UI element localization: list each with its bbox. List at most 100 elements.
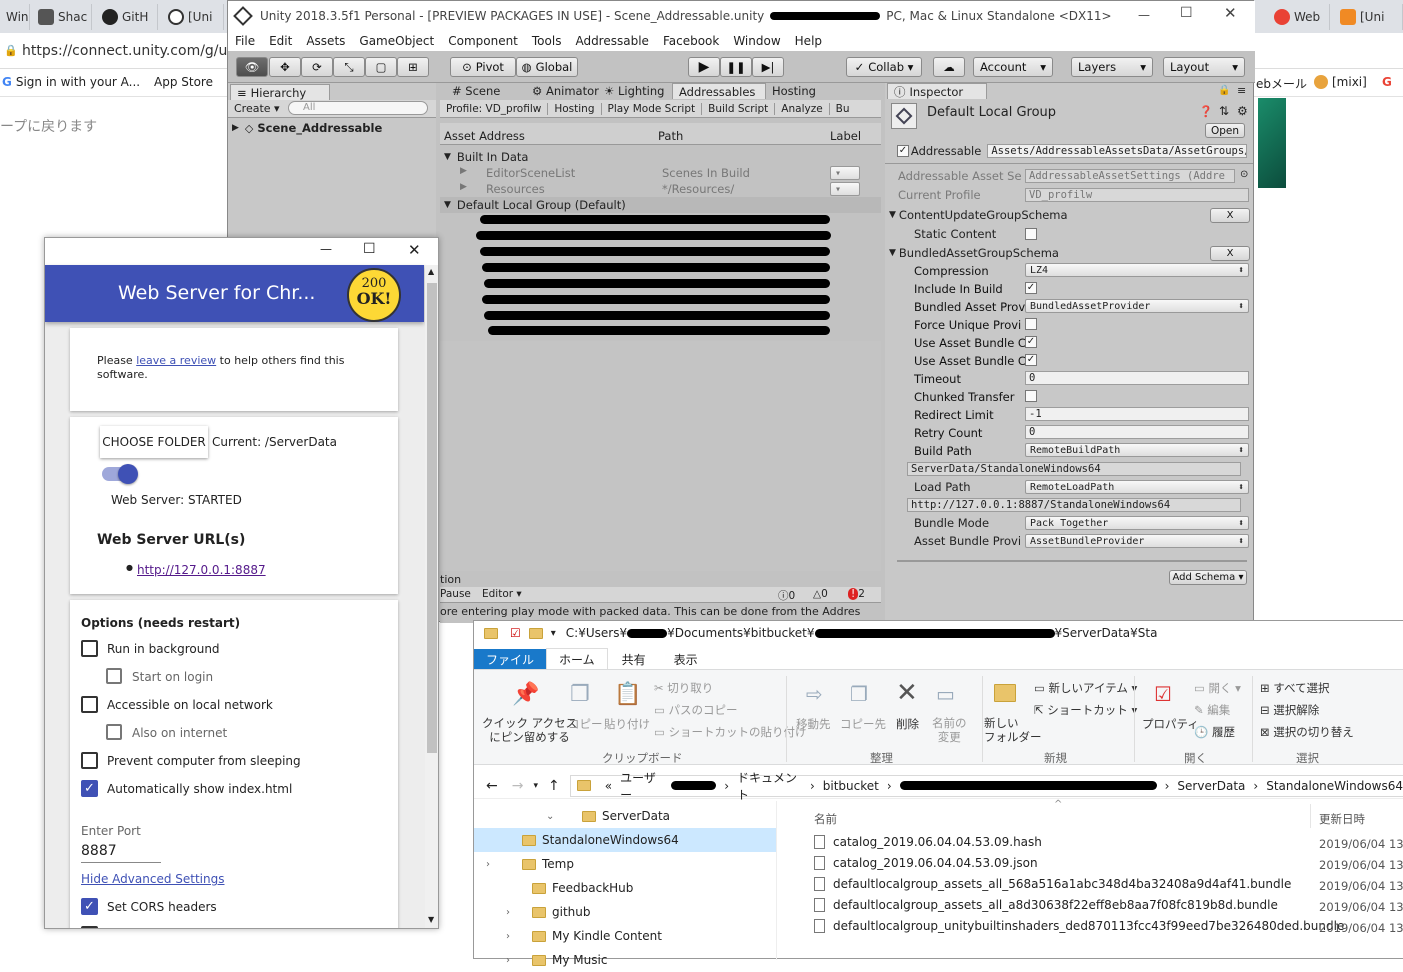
properties-icon[interactable]: ☑ [510, 626, 521, 640]
layout-dropdown[interactable]: Layout ▾ [1163, 57, 1245, 77]
scene-row[interactable]: ▶ ◇ Scene_Addressable [228, 120, 436, 136]
server-toggle[interactable] [102, 464, 138, 484]
file-row[interactable]: defaultlocalgroup_assets_all_a8d30638f22… [814, 898, 1278, 912]
target-icon[interactable]: ⊙ [1240, 169, 1248, 180]
option-checkbox[interactable]: ✓ [81, 780, 98, 797]
select-all-button[interactable]: ⊞ すべて選択 [1260, 680, 1330, 696]
pivot-button[interactable]: ⊙ Pivot [450, 57, 516, 77]
open-button[interactable]: Open [1205, 123, 1245, 138]
collapse-arrow-icon[interactable]: ▼ [889, 210, 896, 220]
play-button[interactable]: ▶ [688, 57, 720, 77]
tab-inspector[interactable]: ⓘ Inspector [887, 83, 987, 99]
tab-view[interactable]: 表示 [660, 649, 712, 670]
expand-arrow-icon[interactable]: ▶ [460, 182, 467, 192]
tab-lighting[interactable]: ☀ Lighting [604, 84, 664, 98]
expand-chevron-icon[interactable]: ⌄ [546, 811, 560, 822]
pause-button[interactable]: ❚❚ [720, 57, 752, 77]
rect-tool-button[interactable]: ▢ [365, 57, 397, 77]
hosting-button[interactable]: Hosting [548, 102, 602, 115]
schema-field-checkbox[interactable]: ✓ [1025, 336, 1037, 348]
option-checkbox[interactable] [81, 640, 98, 657]
tab-animator[interactable]: ⚙ Animator [532, 84, 599, 98]
column-name[interactable]: 名前 [814, 811, 837, 827]
rename-button[interactable]: 名前の 変更 [932, 716, 967, 744]
file-row[interactable]: defaultlocalgroup_assets_all_568a516a1ab… [814, 877, 1291, 891]
copy-path-button[interactable]: ▭ パスのコピー [654, 702, 738, 718]
option-checkbox[interactable] [81, 752, 98, 769]
info-count[interactable]: ⓘ0 [778, 588, 795, 603]
breadcrumb-item[interactable]: ServerData [1177, 779, 1245, 793]
error-count[interactable]: ! 2 [848, 588, 865, 600]
tab-hosting[interactable]: Hosting [772, 84, 816, 98]
new-folder-icon[interactable] [528, 627, 543, 639]
scroll-down-icon[interactable]: ▼ [428, 915, 434, 924]
schema-field-checkbox[interactable]: ✓ [1025, 282, 1037, 294]
scrollbar[interactable]: ▲ ▼ [425, 265, 438, 928]
browser-tab[interactable]: GitH [96, 4, 158, 30]
menu-icon[interactable]: ≡ [1237, 84, 1246, 97]
tab-scene[interactable]: # Scene [452, 84, 500, 98]
schema-field-input[interactable]: -1 [1025, 407, 1249, 421]
option-checkbox[interactable] [106, 668, 122, 684]
schema-field-dropdown[interactable]: BundledAssetProvider ⬍ [1025, 299, 1249, 313]
group-built-in-data[interactable]: ▼ Built In Data [440, 149, 881, 165]
addressable-checkbox[interactable]: ✓ [897, 145, 909, 157]
next-option-checkbox[interactable] [81, 926, 98, 928]
analyze-button[interactable]: Analyze [775, 102, 830, 115]
port-input[interactable]: 8887 [81, 843, 161, 863]
schema-field-input[interactable]: 0 [1025, 425, 1249, 439]
browser-tab[interactable]: [Uni [162, 4, 224, 30]
breadcrumb-item[interactable]: ドキュメント [737, 769, 802, 803]
schema-field-checkbox[interactable] [1025, 318, 1037, 330]
leave-review-link[interactable]: leave a review [136, 354, 216, 367]
create-dropdown[interactable]: Create ▾ [234, 102, 280, 115]
invert-selection-button[interactable]: ⊠ 選択の切り替え [1260, 724, 1354, 740]
schema-field-dropdown[interactable]: LZ4 ⬍ [1025, 263, 1249, 277]
quick-access-dropdown-icon[interactable]: ▾ [551, 628, 556, 639]
column-label[interactable]: Label [830, 129, 861, 143]
file-row[interactable]: catalog_2019.06.04.04.53.09.json [814, 856, 1038, 870]
settings-field[interactable]: AddressableAssetSettings (Addre [1025, 169, 1235, 183]
load-path-dropdown[interactable]: RemoteLoadPath ⬍ [1025, 480, 1249, 494]
scale-tool-button[interactable]: ⤡ [333, 57, 365, 77]
bookmark-item[interactable]: [mixi] [1314, 75, 1367, 89]
hierarchy-search-input[interactable]: All [288, 101, 428, 115]
asset-row[interactable]: ▶ Resources */Resources/ ▾ [440, 181, 881, 197]
copy-button[interactable]: コピー [568, 716, 603, 732]
rotate-tool-button[interactable]: ⟳ [301, 57, 333, 77]
asset-row[interactable]: ▶ EditorSceneList Scenes In Build ▾ [440, 165, 881, 181]
schema-field-input[interactable]: 0 [1025, 371, 1249, 385]
menu-assets[interactable]: Assets [306, 34, 345, 48]
expand-arrow-icon[interactable]: ▶ [232, 123, 239, 133]
minimize-icon[interactable]: — [320, 242, 332, 256]
editor-dropdown[interactable]: Editor ▾ [482, 588, 522, 600]
menu-facebook[interactable]: Facebook [663, 34, 719, 48]
help-icon[interactable]: ❓ [1199, 105, 1213, 118]
expand-arrow-icon[interactable]: ▶ [460, 166, 467, 176]
column-date[interactable]: 更新日時 [1319, 811, 1365, 827]
browser-tab[interactable]: Shac [32, 4, 92, 30]
close-icon[interactable]: ✕ [1224, 4, 1237, 22]
option-checkbox[interactable] [106, 724, 122, 740]
select-none-button[interactable]: ⊟ 選択解除 [1260, 702, 1319, 718]
layers-dropdown[interactable]: Layers ▾ [1071, 57, 1153, 77]
tree-item[interactable]: ⌄ ServerData [474, 804, 776, 828]
schema-header[interactable]: ▼ BundledAssetGroupSchema [889, 245, 1249, 261]
page-back-link[interactable]: ープに戻ります [0, 116, 97, 136]
breadcrumb-item[interactable]: ユーザー [620, 769, 663, 803]
scroll-up-icon[interactable]: ▲ [428, 267, 434, 276]
remove-schema-button[interactable]: X [1210, 208, 1250, 223]
global-button[interactable]: ◍ Global [516, 57, 578, 77]
cors-checkbox[interactable]: ✓ [81, 898, 98, 915]
menu-help[interactable]: Help [795, 34, 822, 48]
tab-share[interactable]: 共有 [608, 649, 660, 670]
schema-field-checkbox[interactable]: ✓ [1025, 354, 1037, 366]
account-dropdown[interactable]: Account ▾ [973, 57, 1053, 77]
maximize-icon[interactable]: ☐ [1180, 5, 1193, 21]
collab-button[interactable]: ✓ Collab ▾ [846, 57, 922, 77]
history-dropdown-icon[interactable]: ▾ [533, 781, 538, 791]
transform-tool-button[interactable]: ⊞ [397, 57, 429, 77]
pin-quick-access-button[interactable]: クイック アクセス にピン留めする [482, 716, 577, 744]
remove-schema-button[interactable]: X [1210, 246, 1250, 261]
schema-field-dropdown[interactable]: RemoteBuildPath ⬍ [1025, 443, 1249, 457]
